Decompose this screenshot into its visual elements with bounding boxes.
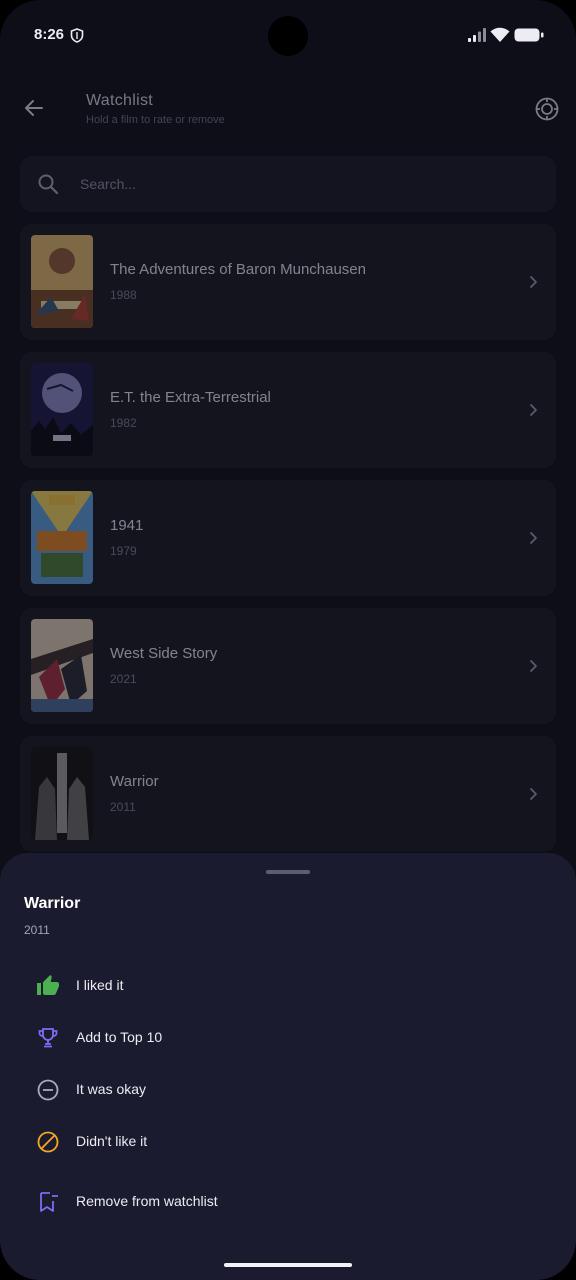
film-poster (31, 235, 93, 328)
film-list: The Adventures of Baron Munchausen 1988 (20, 224, 556, 864)
wifi-icon (490, 27, 510, 42)
film-card[interactable]: The Adventures of Baron Munchausen 1988 (20, 224, 556, 340)
action-bottom-sheet: Warrior 2011 I liked it Add to Top 10 It… (0, 853, 576, 1280)
film-poster (31, 363, 93, 456)
film-poster (31, 491, 93, 584)
film-poster (31, 619, 93, 712)
camera-cutout (268, 16, 308, 56)
film-title: Warrior (110, 773, 159, 790)
page-subtitle: Hold a film to rate or remove (86, 114, 225, 126)
liked-it-action[interactable]: I liked it (24, 962, 552, 1010)
home-indicator[interactable] (224, 1263, 352, 1267)
film-title: E.T. the Extra-Terrestrial (110, 389, 271, 406)
film-card[interactable]: West Side Story 2021 (20, 608, 556, 724)
shield-icon (70, 28, 84, 43)
didnt-like-action[interactable]: Didn't like it (24, 1118, 552, 1166)
chevron-right-icon (530, 276, 537, 288)
search-input[interactable] (80, 172, 520, 196)
action-label: Remove from watchlist (76, 1193, 218, 1209)
thumb-up-icon (37, 975, 59, 995)
add-top10-action[interactable]: Add to Top 10 (24, 1014, 552, 1062)
film-year: 1979 (110, 544, 137, 558)
battery-icon (514, 28, 544, 42)
chevron-right-icon (530, 660, 537, 672)
trophy-icon (38, 1028, 58, 1048)
film-card[interactable]: Warrior 2011 (20, 736, 556, 852)
search-bar[interactable] (20, 156, 556, 212)
film-title: The Adventures of Baron Munchausen (110, 261, 366, 278)
film-year: 2011 (110, 800, 136, 814)
film-title: West Side Story (110, 645, 218, 662)
action-label: It was okay (76, 1081, 147, 1097)
okay-action[interactable]: It was okay (24, 1066, 552, 1114)
action-label: Add to Top 10 (76, 1029, 163, 1045)
sheet-title: Warrior (24, 895, 81, 912)
block-icon (37, 1131, 59, 1153)
chevron-right-icon (530, 532, 537, 544)
remove-watchlist-action[interactable]: Remove from watchlist (24, 1178, 552, 1226)
filter-icon[interactable] (534, 96, 560, 122)
minus-circle-icon (37, 1079, 59, 1101)
chevron-right-icon (530, 404, 537, 416)
page-title: Watchlist (86, 92, 154, 109)
chevron-right-icon (530, 788, 537, 800)
film-year: 1982 (110, 416, 137, 430)
film-year: 1988 (110, 288, 137, 302)
film-year: 2021 (110, 672, 137, 686)
film-card[interactable]: E.T. the Extra-Terrestrial 1982 (20, 352, 556, 468)
film-title: 1941 (110, 517, 144, 534)
signal-icon (468, 28, 486, 42)
back-arrow-icon[interactable] (22, 96, 46, 120)
drag-handle[interactable] (266, 870, 310, 874)
bookmark-remove-icon (40, 1192, 58, 1212)
action-label: I liked it (76, 977, 124, 993)
search-icon (38, 174, 59, 195)
film-card[interactable]: 1941 1979 (20, 480, 556, 596)
film-poster (31, 747, 93, 840)
action-label: Didn't like it (76, 1133, 148, 1149)
sheet-year: 2011 (24, 923, 50, 937)
phone-screen: 8:26 Watchlist Hold a film to rate or re… (0, 0, 576, 1280)
status-time: 8:26 (34, 26, 65, 43)
status-bar: 8:26 (0, 0, 576, 70)
